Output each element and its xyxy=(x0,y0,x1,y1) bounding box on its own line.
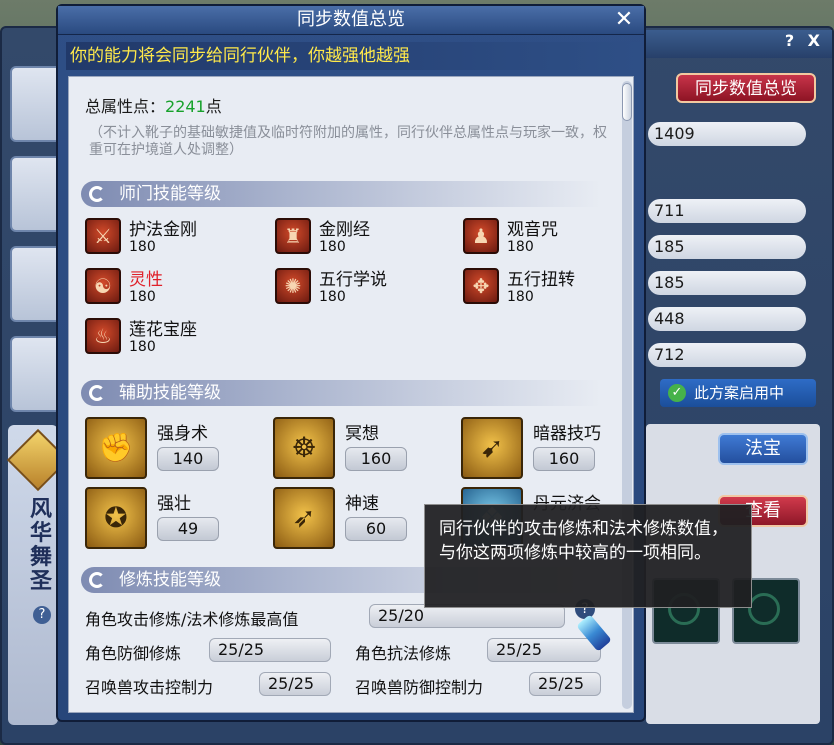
skill-name: 神速 xyxy=(345,494,379,514)
pet-attack-control-label: 召唤兽攻击控制力 xyxy=(85,678,214,697)
skill-level: 180 xyxy=(507,239,534,255)
partner-slot[interactable] xyxy=(10,156,62,232)
five-elements-icon: ✺ xyxy=(275,268,311,304)
skill-name: 冥想 xyxy=(345,424,379,444)
section-header-school-skills: 师门技能等级 xyxy=(81,181,601,207)
skill-level: 160 xyxy=(533,447,595,471)
attribute-value: 185 xyxy=(648,271,806,295)
partner-slot[interactable] xyxy=(10,336,62,412)
meditation-icon: ☸ xyxy=(273,417,335,479)
resist-cultivation-value: 25/25 xyxy=(487,638,601,662)
section-title: 修炼技能等级 xyxy=(119,570,221,590)
defense-cultivation-label: 角色防御修炼 xyxy=(85,644,182,663)
school-skill[interactable]: ♜ 金刚经 180 xyxy=(275,215,455,259)
school-skill[interactable]: ☯ 灵性 180 xyxy=(85,265,265,309)
dialog-title: 同步数值总览 xyxy=(58,6,644,35)
total-label: 总属性点： xyxy=(85,97,166,116)
attack-cultivation-label: 角色攻击修炼/法术修炼最高值 xyxy=(85,610,299,629)
cultivation-tooltip: 同行伙伴的攻击修炼和法术修炼数值，与你这两项修炼中较高的一项相同。 xyxy=(424,504,752,608)
assist-skill[interactable]: ✪ 强壮 49 xyxy=(85,487,265,553)
skill-name: 暗器技巧 xyxy=(533,424,601,444)
assist-skill[interactable]: ✊ 强身术 140 xyxy=(85,417,265,483)
school-skill[interactable]: ♟ 观音咒 180 xyxy=(463,215,633,259)
partner-window-help-close[interactable]: ? X xyxy=(785,31,824,50)
sync-overview-dialog: 同步数值总览 ✕ 你的能力将会同步给同行伙伴，你越强他越强 总属性点：2241点… xyxy=(56,4,646,722)
body-strengthening-icon: ✊ xyxy=(85,417,147,479)
skill-level: 160 xyxy=(345,447,407,471)
strong-icon: ✪ xyxy=(85,487,147,549)
section-title: 辅助技能等级 xyxy=(119,383,221,403)
skill-level: 180 xyxy=(129,239,156,255)
scripture-icon: ♜ xyxy=(275,218,311,254)
attribute-note: （不计入靴子的基础敏捷值及临时符附加的属性，同行伙伴总属性点与玩家一致，权重可在… xyxy=(89,125,607,158)
skill-name: 莲花宝座 xyxy=(129,320,197,340)
partner-name: 风华舞圣 xyxy=(30,497,53,594)
scrollbar[interactable] xyxy=(622,81,632,709)
skill-name: 护法金刚 xyxy=(129,220,197,240)
school-skill[interactable]: ✥ 五行扭转 180 xyxy=(463,265,633,309)
skill-name: 五行学说 xyxy=(319,270,387,290)
total-unit: 点 xyxy=(205,97,222,116)
partner-slot[interactable] xyxy=(10,66,62,142)
attribute-value: 185 xyxy=(648,235,806,259)
skill-level: 49 xyxy=(157,517,219,541)
total-attribute-points: 总属性点：2241点 xyxy=(85,93,222,117)
partner-help-icon[interactable]: ? xyxy=(33,606,51,624)
lotus-throne-icon: ♨ xyxy=(85,318,121,354)
check-icon: ✓ xyxy=(668,384,686,402)
guardian-icon: ⚔ xyxy=(85,218,121,254)
attribute-value: 711 xyxy=(648,199,806,223)
skill-level: 180 xyxy=(129,289,156,305)
overview-content: 总属性点：2241点 （不计入靴子的基础敏捷值及临时符附加的属性，同行伙伴总属性… xyxy=(68,76,634,713)
guanyin-icon: ♟ xyxy=(463,218,499,254)
skill-name: 强身术 xyxy=(157,424,208,444)
scheme-status-text: 此方案启用中 xyxy=(694,384,785,402)
section-header-assist-skills: 辅助技能等级 xyxy=(81,380,601,406)
spirit-icon: ☯ xyxy=(85,268,121,304)
assist-skill[interactable]: ➹ 暗器技巧 160 xyxy=(461,417,633,483)
skill-name: 强壮 xyxy=(157,494,191,514)
scrollbar-thumb[interactable] xyxy=(622,83,632,121)
skill-level: 140 xyxy=(157,447,219,471)
swirl-icon xyxy=(89,385,105,401)
resist-cultivation-label: 角色抗法修炼 xyxy=(355,644,452,663)
school-skill[interactable]: ♨ 莲花宝座 180 xyxy=(85,315,265,359)
skill-level: 180 xyxy=(319,239,346,255)
attribute-value: 448 xyxy=(648,307,806,331)
sync-overview-button[interactable]: 同步数值总览 xyxy=(676,73,816,103)
skill-name: 灵性 xyxy=(129,270,163,290)
total-value: 2241 xyxy=(165,97,206,116)
five-elements-twist-icon: ✥ xyxy=(463,268,499,304)
sync-banner: 你的能力将会同步给同行伙伴，你越强他越强 xyxy=(66,42,640,70)
swirl-icon xyxy=(89,572,105,588)
skill-name: 五行扭转 xyxy=(507,270,575,290)
assist-skill[interactable]: ☸ 冥想 160 xyxy=(273,417,453,483)
attribute-value: 1409 xyxy=(648,122,806,146)
section-title: 师门技能等级 xyxy=(119,184,221,204)
pet-defense-control-value: 25/25 xyxy=(529,672,601,696)
hidden-weapon-icon: ➹ xyxy=(461,417,523,479)
defense-cultivation-value: 25/25 xyxy=(209,638,331,662)
skill-level: 60 xyxy=(345,517,407,541)
scheme-active-badge[interactable]: ✓ 此方案启用中 xyxy=(660,379,816,407)
attribute-value: 712 xyxy=(648,343,806,367)
school-skill[interactable]: ⚔ 护法金刚 180 xyxy=(85,215,265,259)
pet-attack-control-value: 25/25 xyxy=(259,672,331,696)
partner-slot[interactable] xyxy=(10,246,62,322)
skill-name: 观音咒 xyxy=(507,220,558,240)
swiftness-icon: ➶ xyxy=(273,487,335,549)
close-button[interactable]: ✕ xyxy=(612,8,636,32)
swirl-icon xyxy=(89,186,105,202)
school-skill[interactable]: ✺ 五行学说 180 xyxy=(275,265,455,309)
skill-level: 180 xyxy=(129,339,156,355)
pet-defense-control-label: 召唤兽防御控制力 xyxy=(355,678,484,697)
magic-treasure-button[interactable]: 法宝 xyxy=(718,433,808,465)
skill-name: 金刚经 xyxy=(319,220,370,240)
skill-level: 180 xyxy=(319,289,346,305)
skill-level: 180 xyxy=(507,289,534,305)
